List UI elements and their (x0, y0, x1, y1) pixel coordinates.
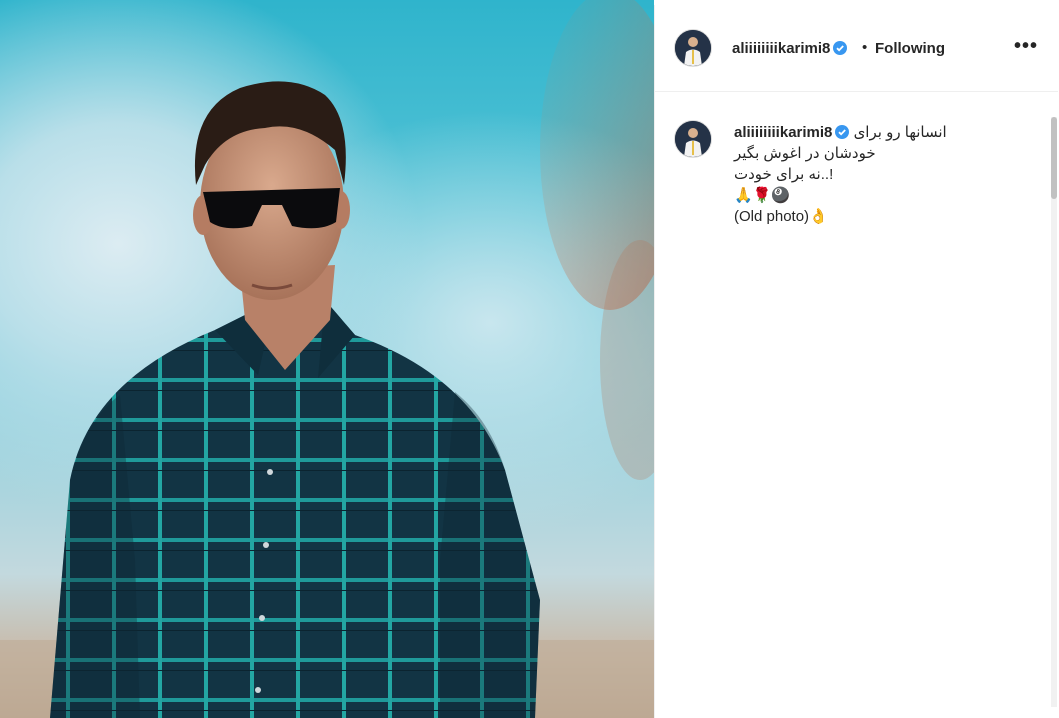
caption-old-photo: (Old photo)👌 (734, 208, 828, 225)
separator-dot: • (862, 39, 868, 56)
following-button[interactable]: Following (875, 40, 945, 57)
username-link[interactable]: aliiiiiiiikarimi8 (732, 40, 848, 57)
caption-line-2: خودشان در اغوش بگیر (734, 145, 876, 162)
caption-line-1: انسانها رو برای (853, 124, 947, 141)
man-in-plaid-shirt-photo (0, 0, 654, 718)
profile-picture (675, 121, 711, 157)
verified-badge-icon (833, 41, 848, 55)
caption-section: aliiiiiiiikarimi8 انسانها رو برای خودشان… (655, 92, 1058, 707)
scrollbar[interactable] (1051, 117, 1057, 707)
post-header: aliiiiiiiikarimi8 • Following ••• (655, 5, 1058, 92)
caption-emoji-line: 🙏🌹🎱 (734, 187, 791, 204)
caption-username[interactable]: aliiiiiiiikarimi8 (734, 124, 832, 141)
caption-line-3: !..نه برای خودت (734, 166, 834, 183)
avatar[interactable] (674, 29, 712, 67)
verified-badge-icon (835, 125, 850, 139)
caption-avatar[interactable] (674, 120, 712, 158)
scrollbar-thumb[interactable] (1051, 117, 1057, 199)
profile-picture (675, 30, 711, 66)
post-photo[interactable] (0, 0, 654, 718)
more-options-icon[interactable]: ••• (1014, 35, 1038, 58)
post-sidebar: aliiiiiiiikarimi8 • Following ••• aliiii… (654, 5, 1058, 718)
post-caption: aliiiiiiiikarimi8 انسانها رو برای خودشان… (734, 122, 974, 227)
username-text: aliiiiiiiikarimi8 (732, 40, 831, 57)
